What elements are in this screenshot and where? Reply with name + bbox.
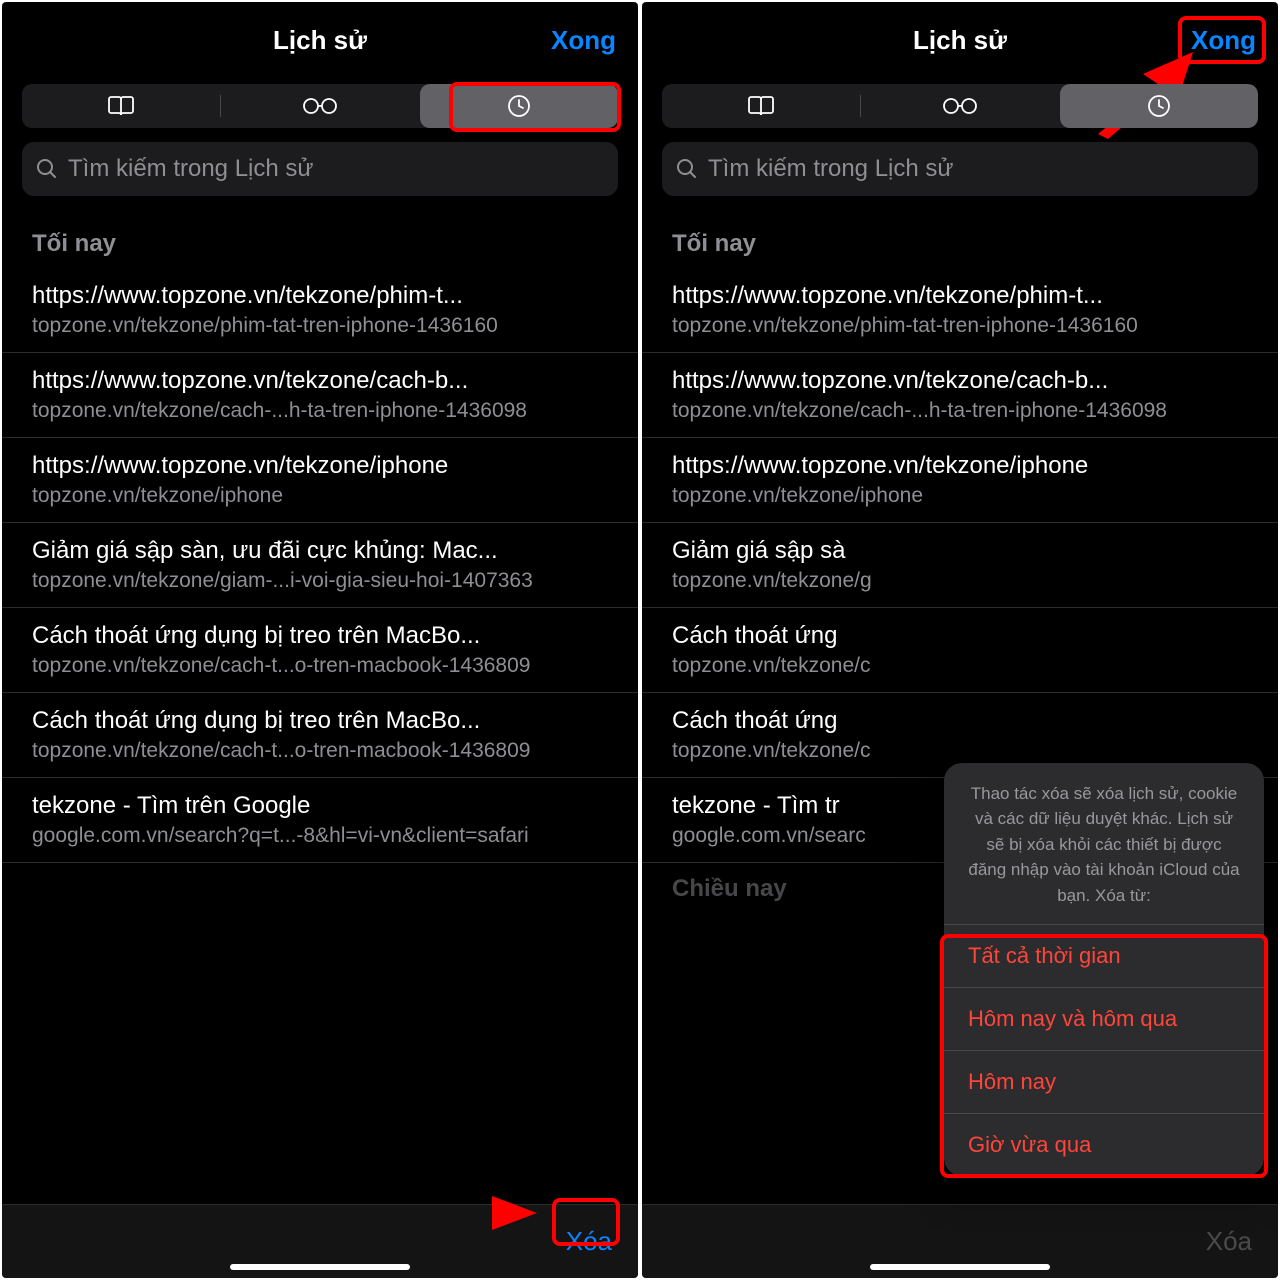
search-placeholder: Tìm kiếm trong Lịch sử bbox=[68, 155, 313, 183]
home-indicator bbox=[870, 1264, 1050, 1270]
done-button[interactable]: Xong bbox=[1191, 25, 1256, 56]
page-title: Lịch sử bbox=[273, 25, 367, 56]
page-title: Lịch sử bbox=[913, 25, 1007, 56]
history-item[interactable]: tekzone - Tìm trên Googlegoogle.com.vn/s… bbox=[2, 778, 638, 863]
history-item[interactable]: Cách thoát ứngtopzone.vn/tekzone/c bbox=[642, 608, 1278, 693]
section-header: Tối nay bbox=[642, 218, 1278, 268]
history-item[interactable]: https://www.topzone.vn/tekzone/iphonetop… bbox=[642, 438, 1278, 523]
history-item[interactable]: https://www.topzone.vn/tekzone/cach-b...… bbox=[642, 353, 1278, 438]
history-item[interactable]: Giảm giá sập sàn, ưu đãi cực khủng: Mac.… bbox=[2, 523, 638, 608]
tab-history[interactable] bbox=[1060, 84, 1258, 128]
content: Tối nay https://www.topzone.vn/tekzone/p… bbox=[2, 218, 638, 1204]
history-item[interactable]: Cách thoát ứng dụng bị treo trên MacBo..… bbox=[2, 693, 638, 778]
history-item[interactable]: Cách thoát ứng dụng bị treo trên MacBo..… bbox=[2, 608, 638, 693]
section-header: Tối nay bbox=[2, 218, 638, 268]
clear-button[interactable]: Xóa bbox=[566, 1226, 612, 1257]
segmented-control bbox=[662, 84, 1258, 128]
tab-bookmarks[interactable] bbox=[662, 84, 860, 128]
home-indicator bbox=[230, 1264, 410, 1270]
search-input[interactable]: Tìm kiếm trong Lịch sử bbox=[662, 142, 1258, 196]
search-icon bbox=[36, 158, 58, 180]
screen-right: Lịch sử Xong Tìm kiếm trong Lịch sử Tối … bbox=[642, 2, 1278, 1278]
history-item[interactable]: https://www.topzone.vn/tekzone/phim-t...… bbox=[2, 268, 638, 353]
history-item[interactable]: https://www.topzone.vn/tekzone/iphonetop… bbox=[2, 438, 638, 523]
tab-reading-list[interactable] bbox=[861, 84, 1059, 128]
glasses-icon bbox=[942, 97, 978, 115]
done-button[interactable]: Xong bbox=[551, 25, 616, 56]
clear-today[interactable]: Hôm nay bbox=[944, 1050, 1264, 1113]
history-list[interactable]: https://www.topzone.vn/tekzone/phim-t...… bbox=[2, 268, 638, 1204]
clear-button: Xóa bbox=[1206, 1226, 1252, 1257]
screen-left: Lịch sử Xong Tìm kiếm trong Lịch sử Tối … bbox=[2, 2, 638, 1278]
search-input[interactable]: Tìm kiếm trong Lịch sử bbox=[22, 142, 618, 196]
nav-header: Lịch sử Xong bbox=[642, 2, 1278, 78]
clear-today-yesterday[interactable]: Hôm nay và hôm qua bbox=[944, 987, 1264, 1050]
clock-icon bbox=[1147, 94, 1171, 118]
popover-message: Thao tác xóa sẽ xóa lịch sử, cookie và c… bbox=[944, 763, 1264, 925]
book-icon bbox=[747, 95, 775, 117]
history-item[interactable]: Giảm giá sập sàtopzone.vn/tekzone/g bbox=[642, 523, 1278, 608]
clock-icon bbox=[507, 94, 531, 118]
clear-all-time[interactable]: Tất cả thời gian bbox=[944, 924, 1264, 987]
glasses-icon bbox=[302, 97, 338, 115]
tab-reading-list[interactable] bbox=[221, 84, 419, 128]
clear-last-hour[interactable]: Giờ vừa qua bbox=[944, 1113, 1264, 1176]
nav-header: Lịch sử Xong bbox=[2, 2, 638, 78]
search-placeholder: Tìm kiếm trong Lịch sử bbox=[708, 155, 953, 183]
history-item[interactable]: https://www.topzone.vn/tekzone/phim-t...… bbox=[642, 268, 1278, 353]
segmented-control bbox=[22, 84, 618, 128]
history-item[interactable]: https://www.topzone.vn/tekzone/cach-b...… bbox=[2, 353, 638, 438]
clear-popover: Thao tác xóa sẽ xóa lịch sử, cookie và c… bbox=[944, 763, 1264, 1177]
tab-history[interactable] bbox=[420, 84, 618, 128]
search-icon bbox=[676, 158, 698, 180]
tab-bookmarks[interactable] bbox=[22, 84, 220, 128]
book-icon bbox=[107, 95, 135, 117]
